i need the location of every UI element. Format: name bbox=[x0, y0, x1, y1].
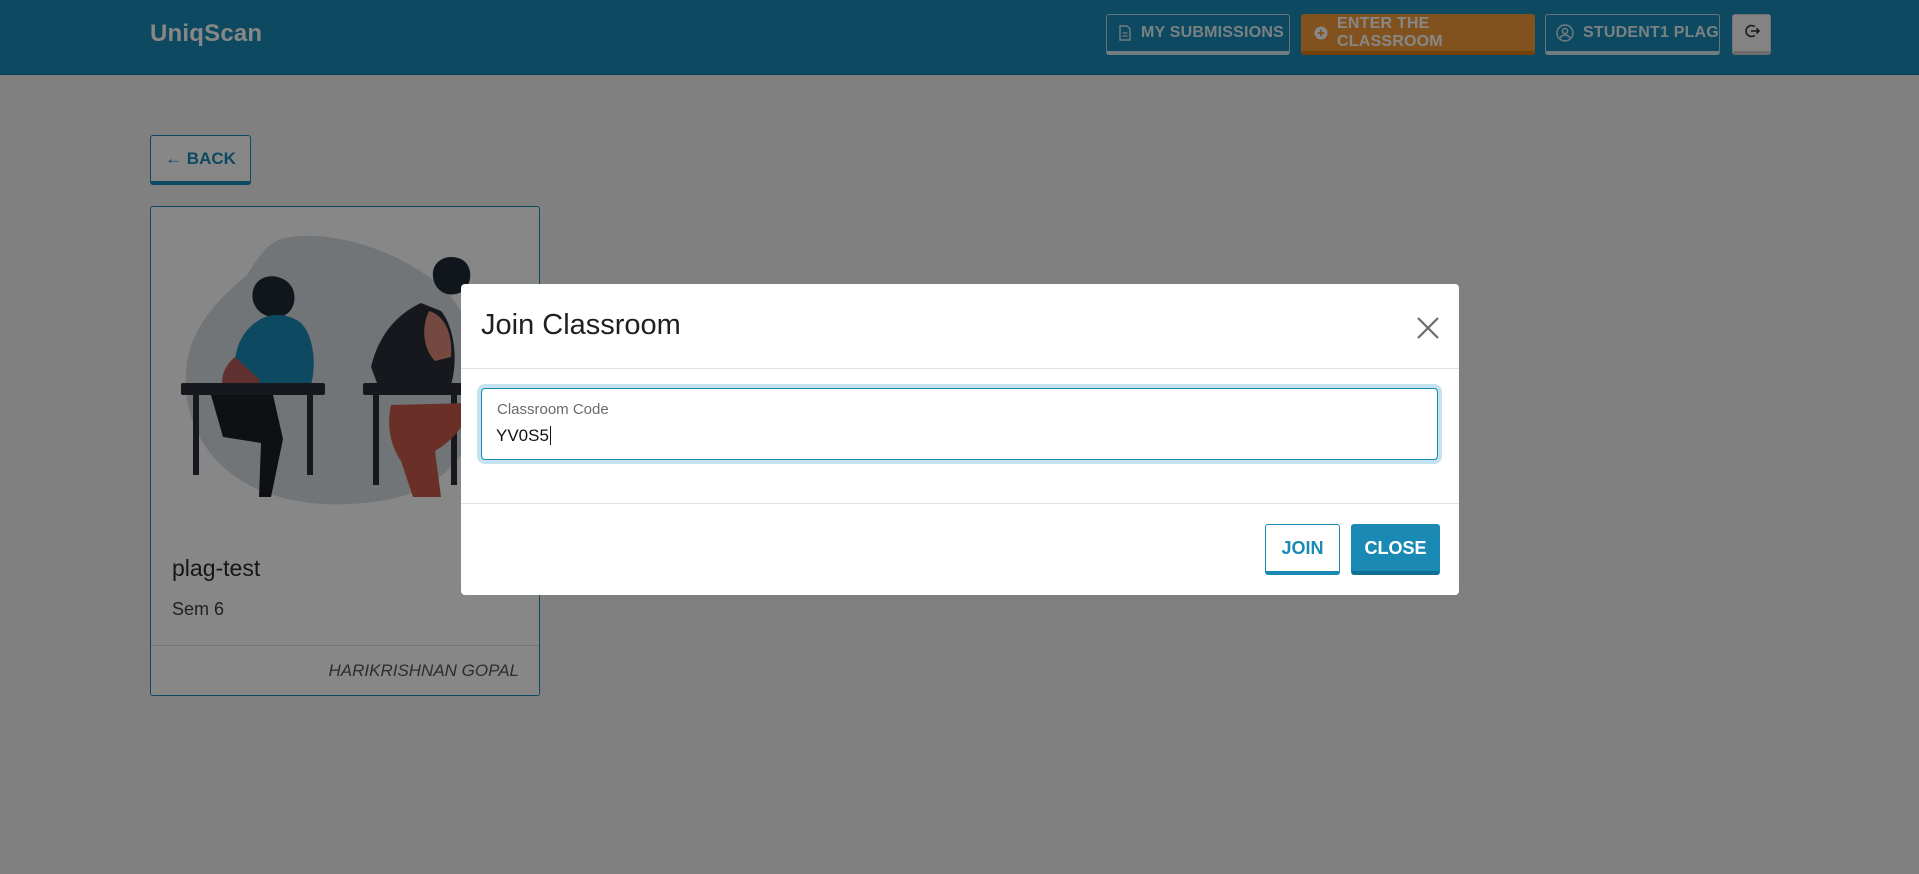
text-caret bbox=[549, 426, 551, 445]
modal-footer: JOIN CLOSE bbox=[461, 503, 1459, 595]
modal-title: Join Classroom bbox=[481, 309, 681, 341]
join-classroom-modal: Join Classroom Classroom Code JOIN CLOSE bbox=[461, 284, 1459, 595]
modal-header: Join Classroom bbox=[461, 284, 1459, 369]
close-icon[interactable] bbox=[1416, 316, 1440, 340]
classroom-code-input[interactable] bbox=[496, 423, 1416, 449]
classroom-code-label: Classroom Code bbox=[497, 401, 609, 418]
classroom-code-field[interactable]: Classroom Code bbox=[481, 388, 1438, 460]
close-button[interactable]: CLOSE bbox=[1351, 524, 1440, 575]
join-button[interactable]: JOIN bbox=[1265, 524, 1340, 575]
